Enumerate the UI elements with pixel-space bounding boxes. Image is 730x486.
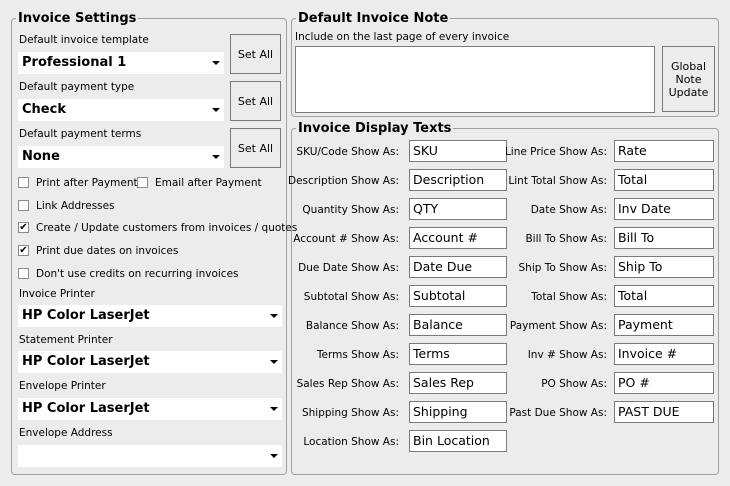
chevron-down-icon — [212, 155, 220, 159]
line-total-show-as-input[interactable]: Total — [614, 169, 714, 191]
payment-type-select[interactable]: Check — [18, 99, 224, 121]
template-label: Default invoice template — [19, 34, 149, 46]
date-show-as-label: Date Show As: — [530, 204, 607, 216]
payment-terms-value: None — [22, 149, 60, 164]
chevron-down-icon — [270, 407, 278, 411]
location-show-as-label: Location Show As: — [303, 436, 399, 448]
chevron-down-icon — [212, 108, 220, 112]
payment-show-as-label: Payment Show As: — [509, 320, 607, 332]
create-update-customers-checkbox[interactable]: ✔ — [18, 222, 29, 233]
include-note-label: Include on the last page of every invoic… — [295, 31, 510, 43]
template-select[interactable]: Professional 1 — [18, 52, 224, 74]
line-total-show-as-label: Lint Total Show As: — [508, 175, 607, 187]
quantity-show-as-input[interactable]: QTY — [409, 198, 507, 220]
due-date-show-as-input[interactable]: Date Due — [409, 256, 507, 278]
sku-show-as-label: SKU/Code Show As: — [296, 146, 399, 158]
payment-terms-label: Default payment terms — [19, 128, 142, 140]
account-show-as-label: Account # Show As: — [293, 233, 399, 245]
date-show-as-input[interactable]: Inv Date — [614, 198, 714, 220]
ship-to-show-as-label: Ship To Show As: — [518, 262, 608, 274]
link-addresses-label: Link Addresses — [36, 200, 115, 212]
invoice-settings-title: Invoice Settings — [18, 11, 137, 26]
total-show-as-label: Total Show As: — [531, 291, 607, 303]
quantity-show-as-label: Quantity Show As: — [302, 204, 399, 216]
envelope-printer-select[interactable]: HP Color LaserJet — [18, 398, 282, 420]
invoice-printer-label: Invoice Printer — [19, 288, 95, 300]
chevron-down-icon — [270, 314, 278, 318]
invoice-printer-value: HP Color LaserJet — [22, 308, 150, 323]
print-after-payment-label: Print after Payment — [36, 177, 138, 189]
past-due-show-as-label: Past Due Show As: — [509, 407, 607, 419]
email-after-payment-label: Email after Payment — [155, 177, 262, 189]
chevron-down-icon — [270, 454, 278, 458]
payment-type-set-all-button[interactable]: Set All — [230, 81, 281, 121]
payment-terms-select[interactable]: None — [18, 146, 224, 168]
shipping-show-as-input[interactable]: Shipping — [409, 401, 507, 423]
balance-show-as-input[interactable]: Balance — [409, 314, 507, 336]
subtotal-show-as-input[interactable]: Subtotal — [409, 285, 507, 307]
template-set-all-button[interactable]: Set All — [230, 34, 281, 74]
create-update-customers-label: Create / Update customers from invoices … — [36, 222, 298, 234]
invoice-note-textarea[interactable] — [295, 46, 655, 113]
subtotal-show-as-label: Subtotal Show As: — [303, 291, 399, 303]
payment-show-as-input[interactable]: Payment — [614, 314, 714, 336]
global-note-update-button[interactable]: Global Note Update — [662, 46, 715, 112]
invoice-printer-select[interactable]: HP Color LaserJet — [18, 305, 282, 327]
ship-to-show-as-input[interactable]: Ship To — [614, 256, 714, 278]
invoice-note-title: Default Invoice Note — [298, 11, 449, 26]
line-price-show-as-label: Line Price Show As: — [504, 146, 607, 158]
shipping-show-as-label: Shipping Show As: — [301, 407, 399, 419]
payment-type-value: Check — [22, 102, 66, 117]
payment-terms-set-all-button[interactable]: Set All — [230, 128, 281, 168]
description-show-as-input[interactable]: Description — [409, 169, 507, 191]
chevron-down-icon — [270, 360, 278, 364]
terms-show-as-label: Terms Show As: — [316, 349, 399, 361]
no-credits-recurring-checkbox[interactable] — [18, 268, 29, 279]
po-show-as-input[interactable]: PO # — [614, 372, 714, 394]
statement-printer-select[interactable]: HP Color LaserJet — [18, 351, 282, 373]
inv-number-show-as-label: Inv # Show As: — [527, 349, 607, 361]
total-show-as-input[interactable]: Total — [614, 285, 714, 307]
envelope-address-select[interactable] — [18, 445, 282, 467]
location-show-as-input[interactable]: Bin Location — [409, 430, 507, 452]
print-due-dates-checkbox[interactable]: ✔ — [18, 245, 29, 256]
line-price-show-as-input[interactable]: Rate — [614, 140, 714, 162]
sales-rep-show-as-label: Sales Rep Show As: — [296, 378, 399, 390]
sku-show-as-input[interactable]: SKU — [409, 140, 507, 162]
description-show-as-label: Description Show As: — [288, 175, 399, 187]
envelope-address-label: Envelope Address — [19, 427, 113, 439]
po-show-as-label: PO Show As: — [541, 378, 607, 390]
inv-number-show-as-input[interactable]: Invoice # — [614, 343, 714, 365]
link-addresses-checkbox[interactable] — [18, 200, 29, 211]
balance-show-as-label: Balance Show As: — [305, 320, 399, 332]
bill-to-show-as-input[interactable]: Bill To — [614, 227, 714, 249]
email-after-payment-checkbox[interactable] — [137, 177, 148, 188]
due-date-show-as-label: Due Date Show As: — [298, 262, 399, 274]
no-credits-recurring-label: Don't use credits on recurring invoices — [36, 268, 239, 280]
statement-printer-label: Statement Printer — [19, 334, 113, 346]
chevron-down-icon — [212, 61, 220, 65]
statement-printer-value: HP Color LaserJet — [22, 354, 150, 369]
past-due-show-as-input[interactable]: PAST DUE — [614, 401, 714, 423]
display-texts-title: Invoice Display Texts — [298, 121, 452, 136]
print-due-dates-label: Print due dates on invoices — [36, 245, 179, 257]
envelope-printer-value: HP Color LaserJet — [22, 401, 150, 416]
terms-show-as-input[interactable]: Terms — [409, 343, 507, 365]
envelope-printer-label: Envelope Printer — [19, 380, 106, 392]
bill-to-show-as-label: Bill To Show As: — [525, 233, 607, 245]
sales-rep-show-as-input[interactable]: Sales Rep — [409, 372, 507, 394]
print-after-payment-checkbox[interactable] — [18, 177, 29, 188]
payment-type-label: Default payment type — [19, 81, 135, 93]
account-show-as-input[interactable]: Account # — [409, 227, 507, 249]
template-value: Professional 1 — [22, 55, 127, 70]
